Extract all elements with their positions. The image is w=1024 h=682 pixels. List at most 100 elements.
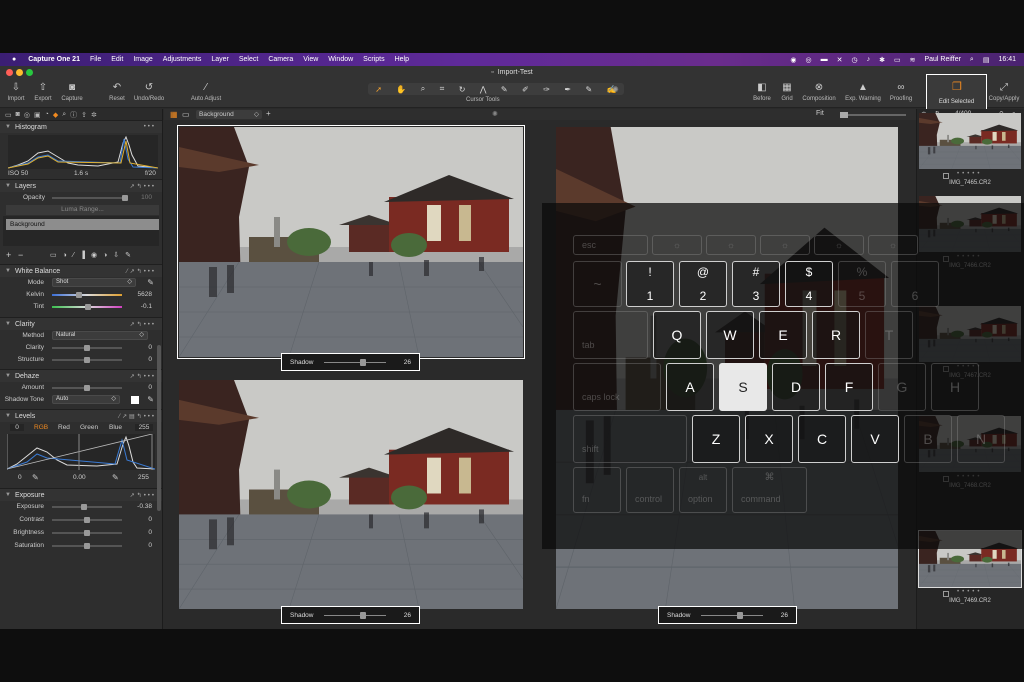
settings-tab-icon[interactable]: ✲ bbox=[91, 111, 97, 119]
menu-view[interactable]: View bbox=[303, 56, 318, 63]
photo-viewer-2[interactable] bbox=[179, 380, 523, 609]
details-tab-icon[interactable]: ⌕ bbox=[62, 111, 66, 119]
picker-icon[interactable]: ✎ bbox=[586, 85, 593, 94]
slider-knob[interactable] bbox=[84, 345, 90, 351]
zoom-window-button[interactable] bbox=[26, 69, 33, 76]
undo-redo-button[interactable]: ↺ Undo/Redo bbox=[132, 82, 166, 102]
more-icon[interactable]: ••• bbox=[144, 124, 156, 130]
add-layer-icon[interactable]: + bbox=[266, 109, 271, 118]
slider-knob[interactable] bbox=[80, 504, 87, 510]
control-center-icon[interactable]: ▤ bbox=[983, 56, 990, 64]
before-button[interactable]: ◧ Before bbox=[750, 82, 774, 102]
brush-icon[interactable]: ✎ bbox=[501, 85, 508, 94]
panel-scrollbar[interactable] bbox=[157, 345, 161, 511]
capture-button[interactable]: ◙ Capture bbox=[60, 82, 84, 102]
battery-icon[interactable]: ▭ bbox=[894, 56, 901, 64]
adjustment-slider[interactable] bbox=[52, 543, 122, 549]
slider-knob[interactable] bbox=[85, 304, 91, 310]
capture-tab-icon[interactable]: ◙ bbox=[16, 111, 20, 118]
channel-green-tab[interactable]: Green bbox=[80, 424, 98, 431]
composition-button[interactable]: ⊗ Composition bbox=[800, 82, 838, 102]
edit-selected-button[interactable]: ❐ Edit Selected bbox=[926, 74, 987, 110]
crop-icon[interactable]: ⌗ bbox=[440, 84, 445, 94]
search-icon[interactable]: ⌕ bbox=[970, 56, 974, 64]
levels-input-low[interactable]: 0 bbox=[10, 424, 24, 431]
thumbnail[interactable] bbox=[919, 113, 1021, 169]
slider-knob[interactable] bbox=[84, 543, 90, 549]
loupe-icon[interactable]: ⌕ bbox=[421, 84, 425, 94]
slider-knob[interactable] bbox=[737, 612, 743, 619]
rating-stars[interactable]: ••••• bbox=[957, 171, 983, 177]
adjustment-slider[interactable] bbox=[52, 504, 122, 510]
luma-range-button[interactable]: Luma Range... bbox=[6, 205, 159, 215]
shadow-slider[interactable] bbox=[701, 612, 763, 619]
layer-tools-icons[interactable]: ▭◑⁄▐◉◑⇩✎ bbox=[50, 251, 137, 259]
structure-slider[interactable] bbox=[52, 357, 122, 363]
shadow-overlay[interactable]: Shadow 26 bbox=[658, 606, 797, 624]
lens-tab-icon[interactable]: ◎ bbox=[24, 111, 30, 119]
menu-scripts[interactable]: Scripts bbox=[363, 56, 384, 63]
slider-knob[interactable] bbox=[76, 292, 82, 298]
status-icon[interactable]: ◎ bbox=[806, 56, 812, 64]
layer-background[interactable]: Background bbox=[6, 219, 159, 230]
user-name[interactable]: Paul Reiffer bbox=[924, 56, 960, 63]
bluetooth-icon[interactable]: ✱ bbox=[879, 56, 885, 64]
section-tools-icon[interactable]: ↗↰••• bbox=[130, 321, 156, 328]
remove-layer-icon[interactable]: − bbox=[18, 250, 23, 260]
tint-slider[interactable] bbox=[52, 304, 122, 310]
wifi-icon[interactable]: ≋ bbox=[910, 56, 916, 64]
select-checkbox[interactable] bbox=[943, 173, 949, 179]
collapse-icon[interactable]: ▼ bbox=[5, 124, 11, 130]
apple-icon[interactable]: ● bbox=[12, 56, 16, 63]
menu-window[interactable]: Window bbox=[328, 56, 353, 63]
menu-image[interactable]: Image bbox=[133, 56, 152, 63]
shadow-slider[interactable] bbox=[324, 612, 386, 619]
section-tools-icon[interactable]: ↗↰••• bbox=[130, 492, 156, 499]
copy-apply-button[interactable]: ⤢ Copy/Apply bbox=[985, 82, 1023, 102]
wb-mode-select[interactable]: Shot ◇ bbox=[52, 278, 136, 287]
exposure-warning-button[interactable]: ▲ Exp. Warning bbox=[842, 82, 884, 102]
grid-button[interactable]: ▦ Grid bbox=[777, 82, 797, 102]
opacity-slider[interactable] bbox=[52, 195, 128, 201]
clock-icon[interactable]: ◷ bbox=[851, 56, 857, 64]
collapse-icon[interactable]: ▼ bbox=[5, 321, 11, 327]
adjustment-slider[interactable] bbox=[52, 517, 122, 523]
output-tab-icon[interactable]: ⇪ bbox=[81, 111, 87, 119]
channel-rgb-tab[interactable]: RGB bbox=[34, 424, 48, 431]
collapse-icon[interactable]: ▼ bbox=[5, 268, 11, 274]
menu-file[interactable]: File bbox=[90, 56, 101, 63]
collapse-icon[interactable]: ▼ bbox=[5, 183, 11, 189]
multi-view-icon[interactable]: ▦ bbox=[170, 110, 178, 119]
channel-red-tab[interactable]: Red bbox=[58, 424, 70, 431]
picker-icon[interactable]: ✎ bbox=[147, 395, 154, 404]
collapse-icon[interactable]: ▼ bbox=[5, 413, 11, 419]
slider-knob[interactable] bbox=[84, 517, 90, 523]
menu-help[interactable]: Help bbox=[395, 56, 409, 63]
menu-app-name[interactable]: Capture One 21 bbox=[28, 56, 80, 63]
add-layer-icon[interactable]: + bbox=[6, 250, 11, 260]
menu-select[interactable]: Select bbox=[239, 56, 258, 63]
proofing-button[interactable]: ∞ Proofing bbox=[886, 82, 916, 102]
gradient-icon[interactable]: ✑ bbox=[543, 85, 550, 94]
status-icon[interactable]: ▬ bbox=[821, 56, 828, 63]
eraser-icon[interactable]: ✐ bbox=[522, 85, 529, 94]
volume-icon[interactable]: ♪ bbox=[867, 56, 871, 63]
status-icon[interactable]: ◉ bbox=[790, 56, 796, 64]
keystone-icon[interactable]: ⋀ bbox=[480, 85, 487, 94]
rotate-icon[interactable]: ↻ bbox=[459, 85, 466, 94]
import-button[interactable]: ⇩ Import bbox=[5, 82, 27, 102]
menu-edit[interactable]: Edit bbox=[111, 56, 123, 63]
export-button[interactable]: ⇧ Export bbox=[32, 82, 54, 102]
layer-select[interactable]: Background ◇ bbox=[196, 110, 262, 119]
channel-blue-tab[interactable]: Blue bbox=[109, 424, 122, 431]
picker-icon[interactable]: ✎ bbox=[112, 473, 119, 482]
metadata-tab-icon[interactable]: ⓘ bbox=[70, 110, 77, 120]
slider-knob[interactable] bbox=[84, 530, 90, 536]
section-tools-icon[interactable]: ↗↰••• bbox=[130, 373, 156, 380]
auto-adjust-button[interactable]: ⁄ Auto Adjust bbox=[188, 82, 224, 102]
picker-icon[interactable]: ✎ bbox=[147, 278, 154, 287]
zoom-fit-label[interactable]: Fit bbox=[816, 110, 824, 117]
levels-histogram[interactable] bbox=[0, 434, 162, 472]
status-icon[interactable]: ✕ bbox=[837, 56, 843, 64]
exposure-tab-icon[interactable]: ◆ bbox=[53, 111, 58, 119]
